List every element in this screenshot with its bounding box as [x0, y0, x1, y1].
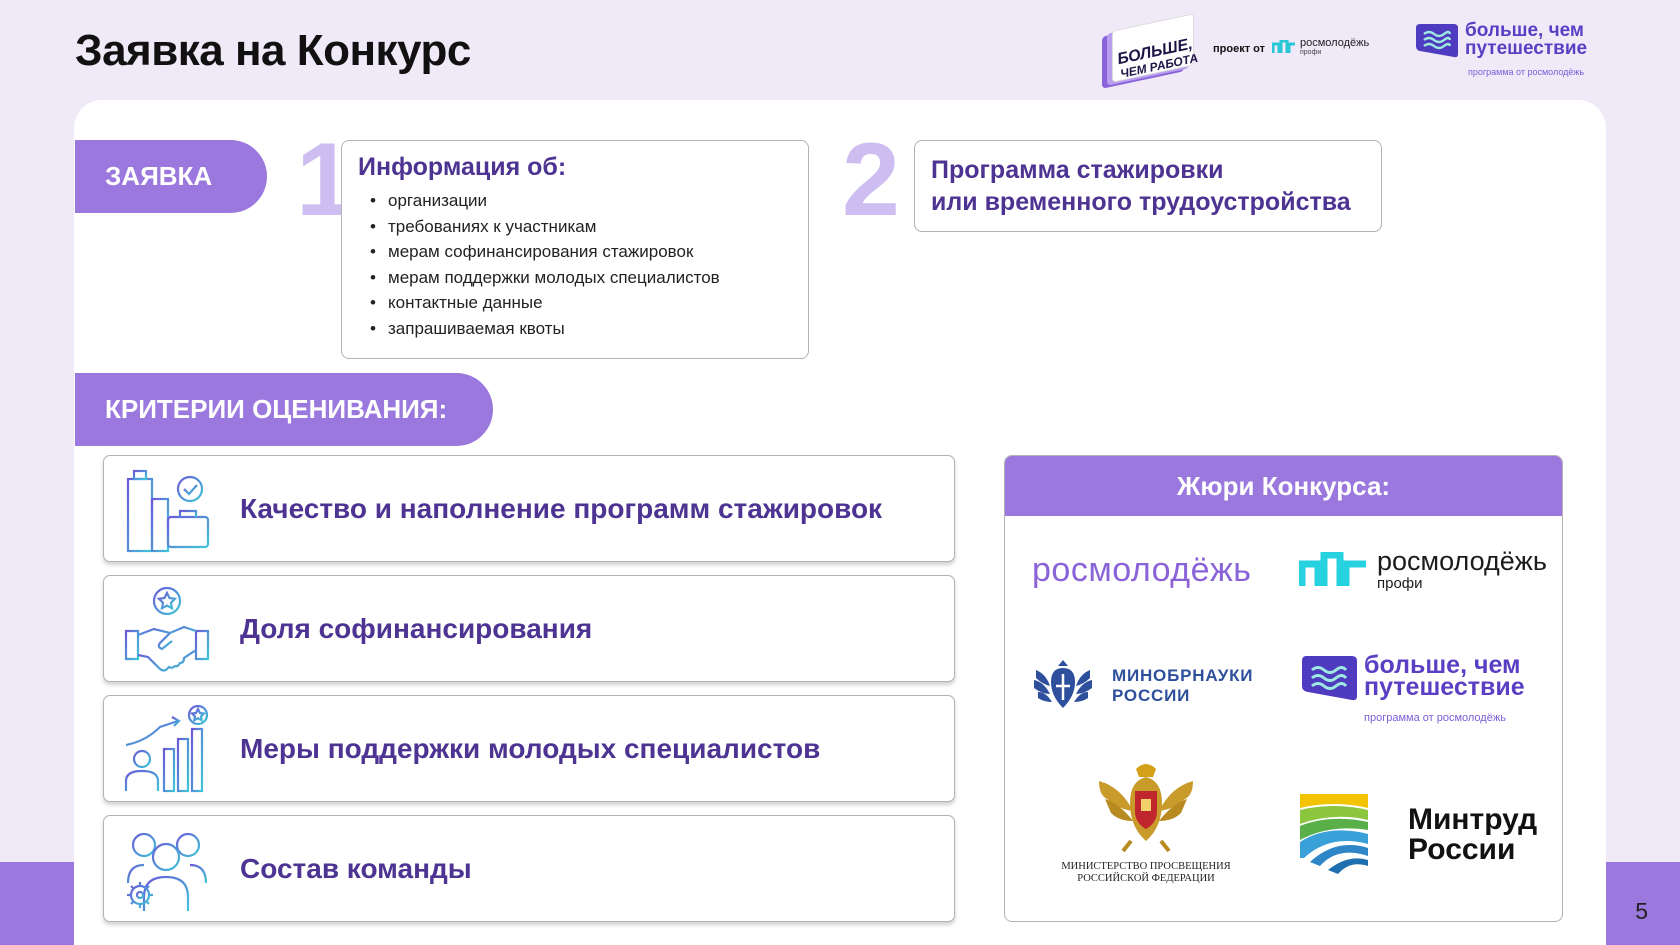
office-buildings-briefcase-icon — [122, 469, 212, 553]
application-info-box: Информация об: организации требованиях к… — [341, 140, 809, 359]
criteria-item-team: Состав команды — [103, 815, 955, 922]
team-people-gear-icon — [126, 832, 208, 911]
jury-panel: Жюри Конкурса: росмолодёжь росмолодёжь п… — [1004, 455, 1563, 922]
minprosvesheniya-eagle-emblem — [1099, 764, 1193, 853]
criteria-pill: КРИТЕРИИ ОЦЕНИВАНИЯ: — [75, 373, 493, 446]
list-item: организации — [370, 188, 792, 214]
criteria-item-quality: Качество и наполнение программ стажирово… — [103, 455, 955, 562]
criteria-item-cofinancing: Доля софинансирования — [103, 575, 955, 682]
criteria-label: Меры поддержки молодых специалистов — [240, 732, 821, 764]
minobrnauki-emblem — [1034, 660, 1092, 708]
project-by-label: проект от — [1213, 43, 1265, 55]
rosmolodezh-profi-logo: росмолодёжь профи — [1299, 548, 1547, 592]
list-item: контактные данные — [370, 290, 792, 316]
bolshe-chem-puteshestvie-icon — [1416, 24, 1458, 58]
list-item: запрашиваемая квоты — [370, 316, 792, 342]
criteria-item-support: Меры поддержки молодых специалистов — [103, 695, 955, 802]
bolshe-chem-puteshestvie-logo: больше, чем путешествие программа от рос… — [1298, 652, 1548, 724]
jury-heading: Жюри Конкурса: — [1005, 456, 1562, 516]
application-pill: ЗАЯВКА — [75, 140, 267, 213]
growth-chart-person-icon — [122, 705, 212, 793]
rosmolodezh-logo: росмолодёжь — [1032, 551, 1252, 589]
criteria-label: Состав команды — [240, 852, 472, 884]
criteria-label: Качество и наполнение программ стажирово… — [240, 492, 883, 524]
bolshe-chem-rabota-logo: БОЛЬШЕ, ЧЕМ РАБОТА — [1102, 13, 1204, 89]
page-title: Заявка на Конкурс — [75, 26, 471, 75]
list-item: требованиях к участникам — [370, 214, 792, 240]
program-box: Программа стажировки или временного труд… — [914, 140, 1382, 232]
step-number-2: 2 — [842, 122, 900, 238]
mintrud-logo: Минтруд России — [1300, 794, 1537, 876]
minobrnauki-logo: МИНОБРНАУКИ РОССИИ — [1032, 656, 1253, 716]
info-heading: Информация об: — [358, 153, 567, 181]
minprosvesheniya-logo: МИНИСТЕРСТВО ПРОСВЕЩЕНИЯ РОССИЙСКОЙ ФЕДЕ… — [1061, 761, 1231, 885]
rosmolodezh-profi-logo-small: росмолодёжь профи — [1272, 38, 1369, 56]
mintrud-icon — [1300, 794, 1368, 874]
list-item: мерам поддержки молодых специалистов — [370, 265, 792, 291]
info-list: организации требованиях к участникам мер… — [370, 188, 792, 342]
criteria-label: Доля софинансирования — [240, 612, 593, 644]
bolshe-chem-puteshestvie-logo-small: больше, чем путешествие программа от росм… — [1412, 20, 1587, 77]
handshake-star-icon — [124, 586, 210, 672]
list-item: мерам софинансирования стажировок — [370, 239, 792, 265]
page-number: 5 — [1635, 898, 1648, 924]
bolshe-chem-puteshestvie-icon — [1302, 656, 1357, 701]
rosmolodezh-profi-icon — [1272, 40, 1295, 53]
rosmolodezh-profi-icon — [1299, 552, 1366, 586]
